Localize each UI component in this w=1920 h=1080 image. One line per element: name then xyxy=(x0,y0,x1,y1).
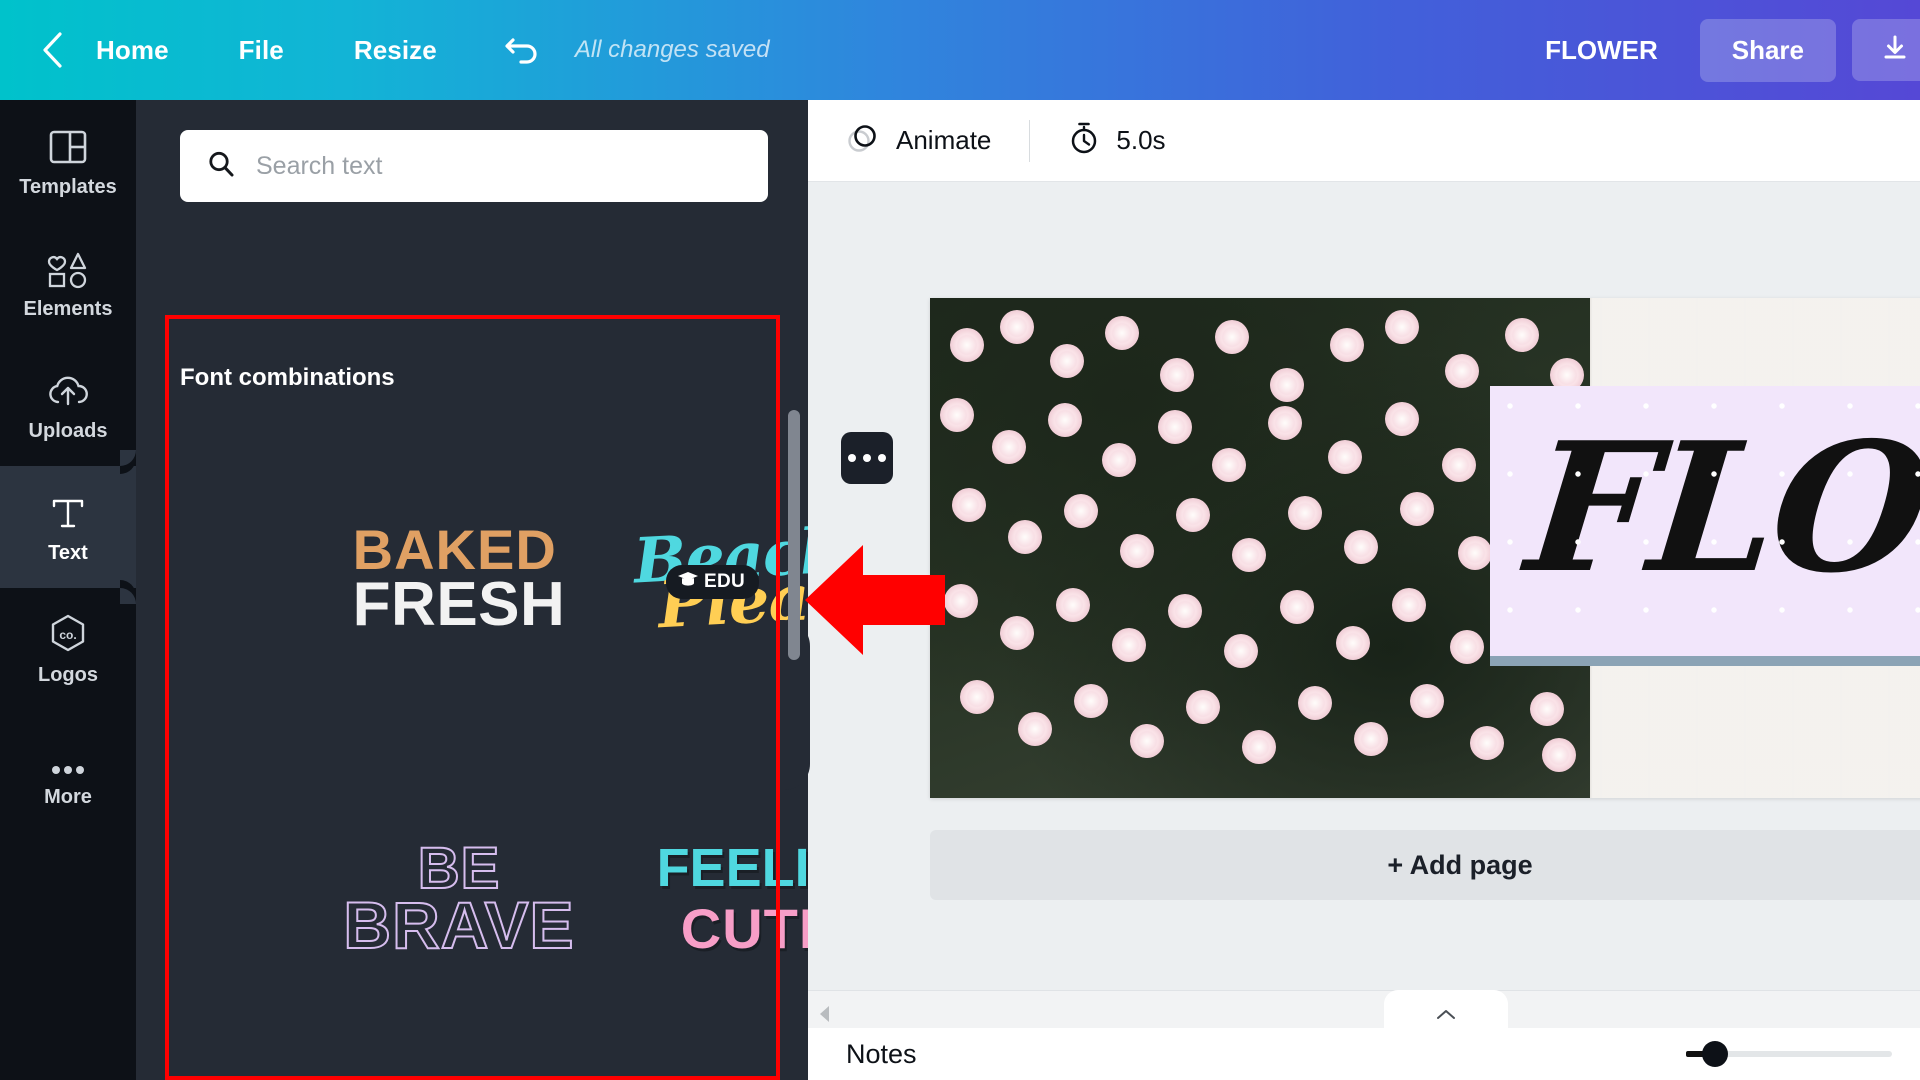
top-bar-left-group: Home File Resize All changes saved xyxy=(0,0,770,100)
animate-button[interactable]: Animate xyxy=(834,113,1003,168)
panel-section-heading: Font combinations xyxy=(180,364,395,391)
text-t-icon xyxy=(48,489,88,533)
card-more-options-button[interactable] xyxy=(841,432,893,484)
bottom-bar: Notes xyxy=(808,1028,1920,1080)
editor-area: Animate 5.0s FLOWER + Add page Notes xyxy=(808,100,1920,1080)
document-title[interactable]: FLOWER xyxy=(1529,25,1674,76)
panel-scrollbar-thumb[interactable] xyxy=(788,410,800,660)
sidebar-item-templates[interactable]: Templates xyxy=(0,100,136,222)
edu-badge-label: EDU xyxy=(704,571,746,592)
zoom-slider-knob[interactable] xyxy=(1702,1041,1728,1067)
triangle-left-icon[interactable] xyxy=(814,1003,836,1025)
undo-button[interactable] xyxy=(497,25,547,75)
toolbar-divider xyxy=(1029,119,1031,162)
left-rail: Templates Elements Uploads Text co. Logo… xyxy=(0,100,136,1080)
sidebar-item-label: Elements xyxy=(23,298,113,320)
ellipsis-dot xyxy=(848,454,856,462)
download-icon xyxy=(1882,34,1908,67)
editor-toolbar: Animate 5.0s xyxy=(808,100,1920,182)
animate-label: Animate xyxy=(896,125,992,155)
file-menu-button[interactable]: File xyxy=(221,25,302,76)
undo-arrow-icon xyxy=(503,31,541,70)
chevron-left-icon xyxy=(41,31,63,69)
canvas-text: FLOWER xyxy=(1519,403,1920,612)
combo-line-2: FRESH xyxy=(352,570,566,640)
font-combination-card[interactable]: Stay xyxy=(311,1069,607,1080)
search-icon xyxy=(206,149,236,184)
design-page[interactable]: FLOWER xyxy=(930,298,1920,798)
stopwatch-icon xyxy=(1068,121,1100,160)
panel-scrollbar-track[interactable] xyxy=(788,400,800,960)
font-combination-card[interactable]: BE BRAVE xyxy=(311,749,607,1049)
search-placeholder: Search text xyxy=(256,151,383,180)
sidebar-item-label: Templates xyxy=(19,176,117,198)
animate-circles-icon xyxy=(846,121,880,160)
font-combination-card[interactable]: BAKED FRESH xyxy=(311,429,607,729)
text-element-underline xyxy=(1490,656,1920,666)
download-button[interactable] xyxy=(1852,19,1920,81)
sidebar-item-label: Text xyxy=(48,542,88,564)
duration-value: 5.0s xyxy=(1116,125,1166,155)
logo-hexagon-icon: co. xyxy=(47,611,89,655)
sidebar-item-logos[interactable]: co. Logos xyxy=(0,588,136,710)
duration-button[interactable]: 5.0s xyxy=(1056,113,1177,168)
search-field-wrapper: Search text xyxy=(180,130,768,202)
combo-line-2: BRAVE xyxy=(342,888,575,963)
graduation-cap-icon xyxy=(676,570,700,594)
svg-text:co.: co. xyxy=(59,628,76,642)
home-button[interactable]: Home xyxy=(78,25,187,76)
top-bar: Home File Resize All changes saved FLOWE… xyxy=(0,0,1920,100)
notes-collapse-tab[interactable] xyxy=(1384,990,1508,1028)
sidebar-item-text[interactable]: Text xyxy=(0,450,136,604)
left-arrow-annotation xyxy=(805,545,945,660)
add-page-label: + Add page xyxy=(1387,849,1533,880)
ellipsis-dot xyxy=(878,454,886,462)
notes-button[interactable]: Notes xyxy=(846,1039,917,1070)
chevron-up-icon xyxy=(1433,1005,1459,1028)
combo-line-1: BE xyxy=(417,835,501,901)
cloud-upload-icon xyxy=(46,367,90,411)
share-button[interactable]: Share xyxy=(1699,18,1836,82)
templates-grid-icon xyxy=(48,123,88,167)
canvas-scroll-region: FLOWER + Add page xyxy=(808,182,1920,990)
ellipsis-icon xyxy=(48,733,88,777)
search-input[interactable]: Search text xyxy=(180,130,768,202)
back-button[interactable] xyxy=(30,0,74,100)
resize-button[interactable]: Resize xyxy=(336,25,455,76)
shapes-icon xyxy=(47,245,89,289)
sidebar-item-more[interactable]: More xyxy=(0,710,136,832)
sidebar-item-label: Logos xyxy=(38,664,98,686)
sidebar-item-label: Uploads xyxy=(28,420,108,442)
text-element-box[interactable]: FLOWER xyxy=(1490,386,1920,656)
ellipsis-dot xyxy=(863,454,871,462)
zoom-slider-track[interactable] xyxy=(1702,1041,1892,1067)
add-page-button[interactable]: + Add page xyxy=(930,830,1920,900)
sidebar-item-label: More xyxy=(44,786,92,808)
combo-line-1: BAKED xyxy=(352,517,557,581)
sidebar-item-uploads[interactable]: Uploads xyxy=(0,344,136,466)
save-status: All changes saved xyxy=(574,36,770,63)
sidebar-item-elements[interactable]: Elements xyxy=(0,222,136,344)
zoom-slider[interactable] xyxy=(1686,1041,1892,1067)
top-bar-right-group: FLOWER Share xyxy=(1529,0,1920,100)
edu-badge[interactable]: EDU xyxy=(666,565,760,599)
